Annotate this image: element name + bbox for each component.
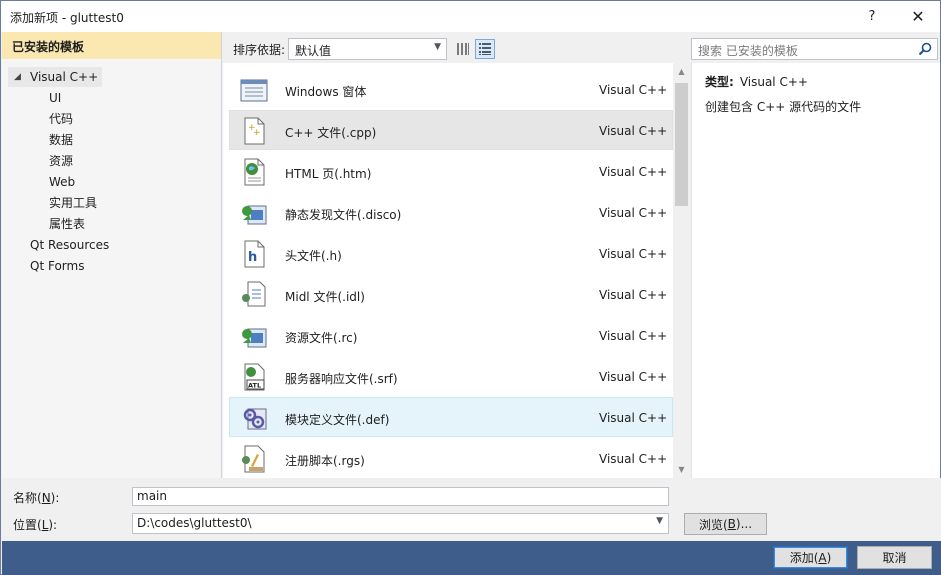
svg-text:+: + xyxy=(253,128,261,138)
template-list: Windows 窗体 Visual C++ + + C++ 文件(.cpp) V… xyxy=(223,63,690,478)
tree-item-code[interactable]: 代码 xyxy=(49,109,73,129)
srf-file-icon: ATL xyxy=(244,363,265,391)
cancel-button[interactable]: 取消 xyxy=(857,546,932,569)
idl-file-icon xyxy=(242,281,266,307)
list-item[interactable]: 注册脚本(.rgs) Visual C++ xyxy=(229,438,673,478)
tree-item-utility[interactable]: 实用工具 xyxy=(49,193,97,213)
installed-templates-header: 已安装的模板 xyxy=(2,32,221,59)
cpp-file-icon: + + xyxy=(244,117,265,145)
tree-item-label: Visual C++ xyxy=(30,70,99,84)
tree-item-data[interactable]: 数据 xyxy=(49,130,73,150)
name-value: main xyxy=(137,489,167,503)
template-description: 创建包含 C++ 源代码的文件 xyxy=(705,100,862,114)
list-item[interactable]: 静态发现文件(.disco) Visual C++ xyxy=(229,192,673,232)
item-language: Visual C++ xyxy=(599,288,668,302)
item-name: 资源文件(.rc) xyxy=(285,331,358,345)
chevron-down-icon: ▼ xyxy=(434,42,441,52)
add-new-item-dialog: 添加新项 - gluttest0 ? ✕ 已安装的模板 ◢ Visual C++… xyxy=(0,0,941,575)
name-input[interactable]: main xyxy=(132,487,669,506)
add-button[interactable]: 添加(A) xyxy=(773,546,848,569)
list-toolbar: 排序依据: 默认值 ▼ 搜索 已安装的模板 xyxy=(223,32,940,63)
title-bar: 添加新项 - gluttest0 ? ✕ xyxy=(1,1,940,32)
list-item[interactable]: ATL 服务器响应文件(.srf) Visual C++ xyxy=(229,356,673,396)
list-item-hovered[interactable]: 模块定义文件(.def) Visual C++ xyxy=(229,397,673,437)
item-language: Visual C++ xyxy=(599,124,668,138)
scroll-down-icon[interactable]: ▼ xyxy=(673,461,690,478)
file-form: 名称(N): main 位置(L): D:\codes\gluttest0\ ▼… xyxy=(2,478,941,541)
list-item[interactable]: h 头文件(.h) Visual C++ xyxy=(229,233,673,273)
item-language: Visual C++ xyxy=(599,329,668,343)
list-view-icon xyxy=(479,43,491,55)
item-name: 模块定义文件(.def) xyxy=(285,413,390,427)
search-icon[interactable] xyxy=(917,41,933,57)
list-item[interactable]: HTML 页(.htm) Visual C++ xyxy=(229,151,673,191)
chevron-down-icon[interactable]: ▼ xyxy=(656,516,663,526)
help-button[interactable]: ? xyxy=(849,1,895,32)
item-language: Visual C++ xyxy=(599,411,668,425)
form-icon xyxy=(240,79,268,102)
item-name: 静态发现文件(.disco) xyxy=(285,208,402,222)
scroll-up-icon[interactable]: ▲ xyxy=(673,63,690,80)
window-title: 添加新项 - gluttest0 xyxy=(10,11,124,25)
item-name: 头文件(.h) xyxy=(285,249,342,263)
browse-button[interactable]: 浏览(B)... xyxy=(684,513,767,535)
svg-text:h: h xyxy=(248,250,257,265)
name-label: 名称(N): xyxy=(13,491,60,505)
tree-item-resource[interactable]: 资源 xyxy=(49,151,73,171)
tree-item-qt-resources[interactable]: Qt Resources xyxy=(30,235,109,255)
item-language: Visual C++ xyxy=(599,83,668,97)
item-language: Visual C++ xyxy=(599,452,668,466)
search-placeholder: 搜索 已安装的模板 xyxy=(698,44,798,58)
html-file-icon xyxy=(244,158,265,186)
dialog-footer: 添加(A) 取消 xyxy=(2,541,941,575)
sort-label: 排序依据: xyxy=(233,43,286,57)
svg-text:ATL: ATL xyxy=(248,382,261,390)
collapse-arrow-icon[interactable]: ◢ xyxy=(14,67,21,87)
location-value: D:\codes\gluttest0\ xyxy=(137,516,252,530)
type-label: 类型: xyxy=(705,75,734,89)
tree-item-property-sheet[interactable]: 属性表 xyxy=(49,214,85,234)
grid-view-icon xyxy=(457,43,469,55)
list-view-button[interactable] xyxy=(475,39,495,59)
sort-value: 默认值 xyxy=(295,44,332,58)
type-value: Visual C++ xyxy=(739,75,808,89)
item-language: Visual C++ xyxy=(599,206,668,220)
scrollbar-thumb[interactable] xyxy=(675,83,688,206)
header-file-icon: h xyxy=(244,240,265,268)
def-file-icon xyxy=(243,408,267,430)
list-item-selected[interactable]: + + C++ 文件(.cpp) Visual C++ xyxy=(229,110,673,150)
template-tree-panel: 已安装的模板 ◢ Visual C++ UI 代码 数据 资源 Web 实用工具… xyxy=(2,32,222,478)
search-input[interactable]: 搜索 已安装的模板 xyxy=(691,38,938,60)
tree-item-qt-forms[interactable]: Qt Forms xyxy=(30,256,84,276)
location-combobox[interactable]: D:\codes\gluttest0\ ▼ xyxy=(132,513,669,534)
template-type: 类型: Visual C++ xyxy=(705,73,808,90)
close-button[interactable]: ✕ xyxy=(895,1,941,32)
template-detail-panel: 类型: Visual C++ 创建包含 C++ 源代码的文件 xyxy=(691,63,940,478)
item-name: HTML 页(.htm) xyxy=(285,167,372,181)
rc-file-icon xyxy=(242,328,267,348)
location-label: 位置(L): xyxy=(13,518,58,532)
item-name: Midl 文件(.idl) xyxy=(285,290,365,304)
rgs-file-icon xyxy=(242,445,265,473)
list-scrollbar[interactable]: ▲ ▼ xyxy=(673,63,690,478)
small-icons-view-button[interactable] xyxy=(453,39,473,59)
item-language: Visual C++ xyxy=(599,247,668,261)
tree-item-web[interactable]: Web xyxy=(49,172,75,192)
tree-item-ui[interactable]: UI xyxy=(49,88,61,108)
item-name: C++ 文件(.cpp) xyxy=(285,126,377,140)
item-language: Visual C++ xyxy=(599,165,668,179)
list-item[interactable]: 资源文件(.rc) Visual C++ xyxy=(229,315,673,355)
tree-item-visual-cpp[interactable]: ◢ Visual C++ xyxy=(8,67,103,87)
list-item[interactable]: Windows 窗体 Visual C++ xyxy=(229,69,673,109)
item-name: 注册脚本(.rgs) xyxy=(285,454,365,468)
item-language: Visual C++ xyxy=(599,370,668,384)
sort-select[interactable]: 默认值 ▼ xyxy=(288,38,447,60)
item-name: 服务器响应文件(.srf) xyxy=(285,372,398,386)
item-name: Windows 窗体 xyxy=(285,85,367,99)
disco-file-icon xyxy=(242,205,267,225)
list-item[interactable]: Midl 文件(.idl) Visual C++ xyxy=(229,274,673,314)
